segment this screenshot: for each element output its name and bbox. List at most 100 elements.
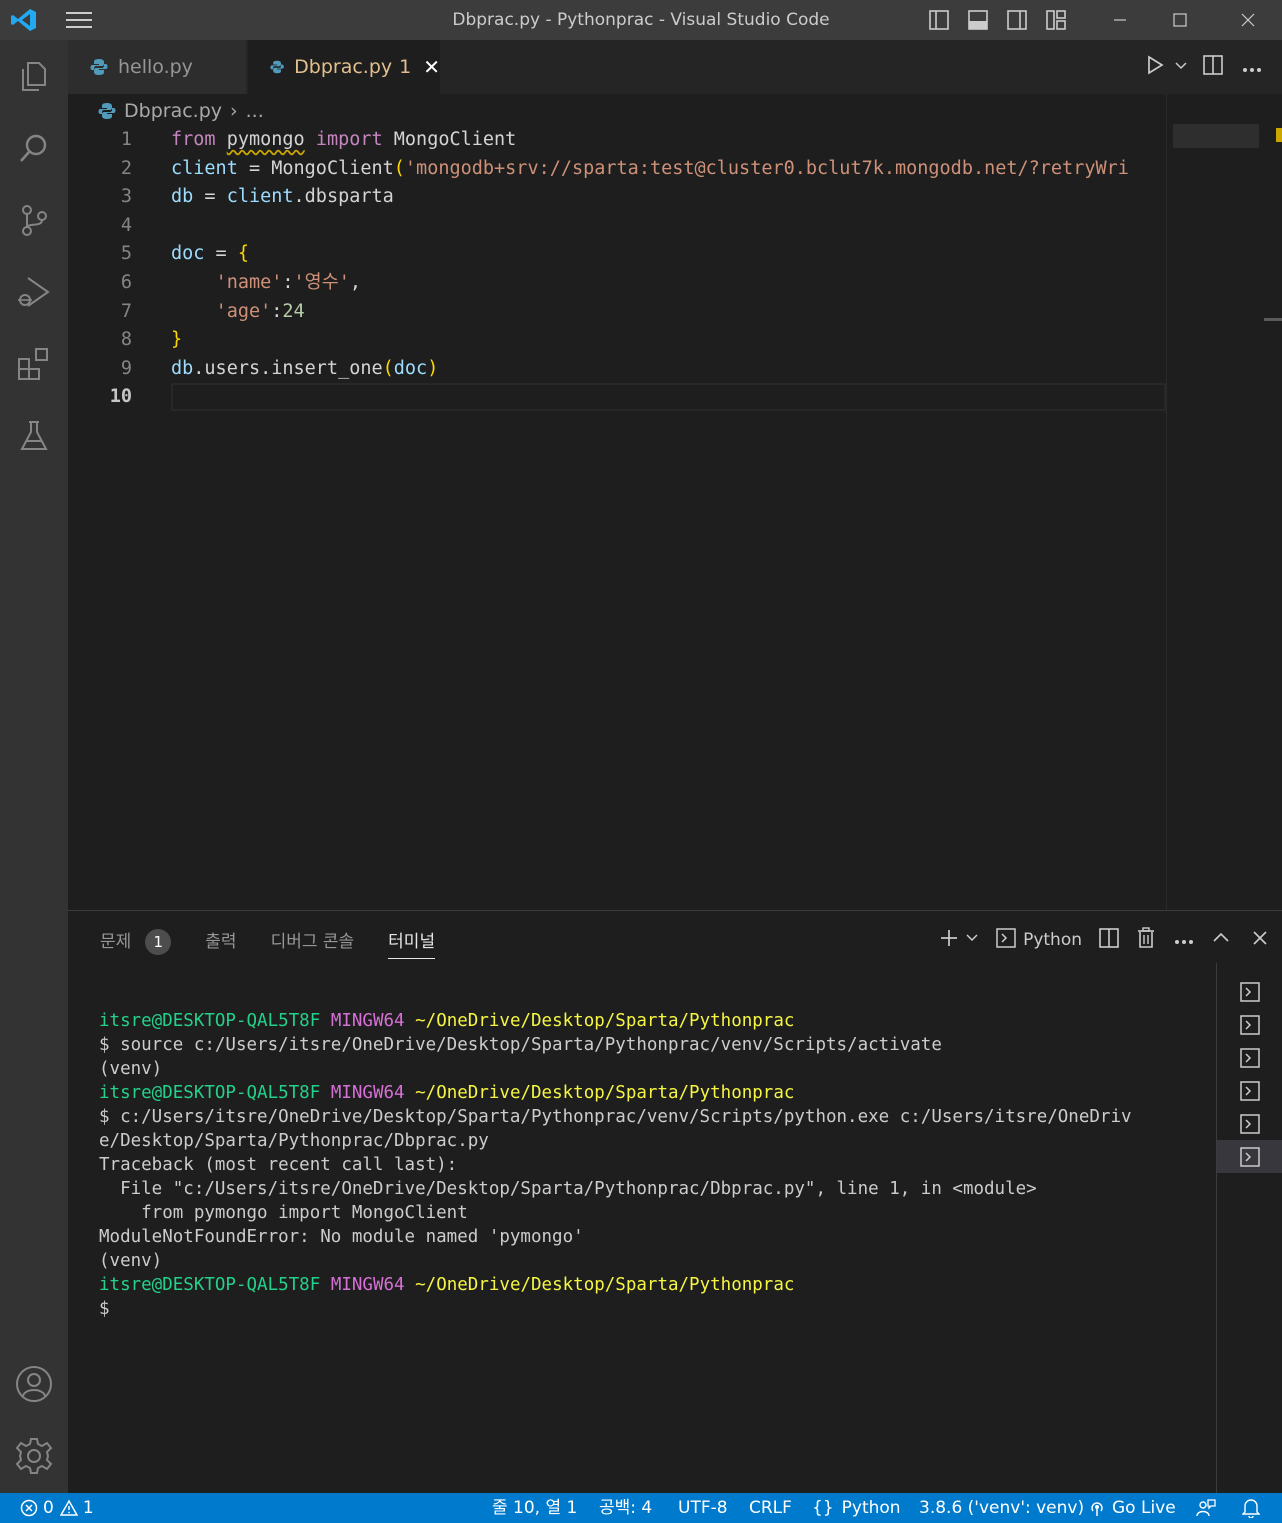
split-editor-icon[interactable]: [1202, 54, 1224, 80]
chevron-down-icon[interactable]: [965, 930, 979, 950]
breadcrumb-file[interactable]: Dbprac.py: [124, 100, 222, 122]
search-icon[interactable]: [14, 128, 54, 168]
run-python-file-icon[interactable]: [1144, 54, 1166, 80]
go-live-button[interactable]: Go Live: [1088, 1493, 1176, 1523]
split-terminal-icon[interactable]: [1098, 927, 1120, 954]
code-line[interactable]: 8}: [68, 326, 1166, 355]
chevron-down-icon[interactable]: [1174, 58, 1188, 77]
end-of-line[interactable]: CRLF: [749, 1493, 792, 1523]
language-label: Python: [841, 1498, 901, 1518]
tab-debug-console[interactable]: 디버그 콘솔: [271, 925, 355, 959]
notifications-bell-icon[interactable]: [1242, 1493, 1260, 1523]
problems-status[interactable]: 0 1: [20, 1493, 94, 1523]
terminal-token: $ c:/Users/itsre/OneDrive/Desktop/Sparta…: [99, 1107, 1132, 1127]
terminal-instance-item[interactable]: [1217, 1041, 1282, 1074]
terminal-token: ~/OneDrive/Desktop/Sparta/Pythonprac: [415, 1011, 795, 1031]
line-number: 1: [120, 129, 132, 150]
more-actions-icon[interactable]: [1174, 930, 1194, 950]
terminal-instance-item[interactable]: [1217, 1074, 1282, 1107]
code-line[interactable]: 4: [68, 212, 1166, 241]
code-line[interactable]: 3 db = client.dbsparta: [68, 183, 1166, 212]
more-actions-icon[interactable]: [1242, 58, 1262, 77]
code-token: import: [315, 129, 383, 150]
minimize-button[interactable]: [1090, 0, 1150, 40]
tab-label: 디버그 콘솔: [270, 932, 355, 952]
terminal-line: (venv): [99, 1057, 1209, 1081]
tab-dbprac-py[interactable]: Dbprac.py 1 ✕: [248, 40, 440, 94]
close-window-button[interactable]: [1218, 0, 1278, 40]
terminal-instance-item[interactable]: [1217, 1140, 1282, 1173]
code-token: {: [237, 243, 249, 265]
code-line[interactable]: 7 'age':24: [68, 298, 1166, 327]
encoding[interactable]: UTF-8: [678, 1493, 728, 1523]
scrollbar-thumb[interactable]: [1264, 318, 1282, 321]
breadcrumb-symbol[interactable]: ...: [246, 100, 264, 122]
title-bar: Dbprac.py - Pythonprac - Visual Studio C…: [0, 0, 1282, 40]
toggle-panel-icon[interactable]: [967, 9, 989, 31]
feedback-icon[interactable]: [1196, 1493, 1216, 1523]
maximize-panel-chevron-up-icon[interactable]: [1212, 929, 1230, 952]
maximize-button[interactable]: [1150, 0, 1210, 40]
terminal-instance-item[interactable]: [1217, 1008, 1282, 1041]
python-interpreter[interactable]: 3.8.6 ('venv': venv): [919, 1493, 1084, 1523]
code-token: 'mongodb+srv://sparta:test@cluster0.bclu…: [404, 157, 1129, 179]
code-line[interactable]: 2 client = MongoClient('mongodb+srv://spa…: [68, 155, 1166, 184]
terminal-instance-item[interactable]: [1217, 1107, 1282, 1140]
terminal-token: ~/OneDrive/Desktop/Sparta/Pythonprac: [415, 1275, 795, 1295]
terminal-token: Traceback (most recent call last):: [99, 1155, 458, 1175]
close-panel-icon[interactable]: [1252, 930, 1268, 951]
terminal-instance-item[interactable]: [1217, 975, 1282, 1008]
code-token: doc: [393, 357, 428, 379]
testing-flask-icon[interactable]: [14, 416, 54, 456]
code-text: db = client.dbsparta: [171, 183, 394, 212]
editor-scrollbar[interactable]: [1264, 94, 1282, 910]
new-terminal-icon[interactable]: [939, 928, 959, 953]
terminal-profile-label[interactable]: Python: [1023, 930, 1082, 950]
language-mode[interactable]: {} Python: [812, 1493, 901, 1523]
tab-label: hello.py: [118, 56, 193, 78]
code-token: 24: [282, 300, 305, 322]
trash-icon[interactable]: [1136, 926, 1156, 954]
code-token: from: [171, 129, 216, 150]
cursor-position[interactable]: 줄 10, 열 1: [492, 1493, 577, 1523]
error-count: 0: [43, 1498, 54, 1518]
terminal-token: MINGW64: [330, 1275, 405, 1295]
toggle-secondary-sidebar-icon[interactable]: [1006, 9, 1028, 31]
terminal-token: (venv): [99, 1059, 163, 1079]
code-token: client: [226, 186, 294, 208]
run-and-debug-icon[interactable]: [14, 272, 54, 312]
accounts-icon[interactable]: [14, 1364, 54, 1404]
code-token: MongoClient: [393, 129, 517, 150]
line-number: 7: [120, 300, 132, 322]
terminal-line: from pymongo import MongoClient: [99, 1201, 1209, 1225]
tab-hello-py[interactable]: hello.py: [68, 40, 246, 94]
indentation[interactable]: 공백: 4: [599, 1493, 652, 1523]
code-token: .users.insert_one: [193, 357, 383, 379]
code-line[interactable]: 5 doc = {: [68, 240, 1166, 269]
python-file-icon: [270, 60, 284, 74]
broadcast-icon: [1091, 1502, 1103, 1516]
code-line[interactable]: 1 from pymongo import MongoClient: [68, 126, 1166, 155]
tab-problems[interactable]: 문제 1: [100, 925, 172, 959]
tab-output[interactable]: 출력: [205, 925, 236, 959]
source-control-icon[interactable]: [14, 200, 54, 240]
tab-terminal[interactable]: 터미널: [388, 925, 436, 959]
terminal-output[interactable]: itsre@DESKTOP-QAL5T8F MINGW64 ~/OneDrive…: [99, 1009, 1209, 1321]
tab-label: 문제: [100, 932, 132, 952]
toggle-primary-sidebar-icon[interactable]: [928, 9, 950, 31]
minimap[interactable]: [1166, 94, 1264, 910]
code-editor[interactable]: 1 from pymongo import MongoClient 2 client …: [68, 126, 1166, 910]
extensions-icon[interactable]: [14, 344, 54, 384]
terminal-line: Traceback (most recent call last):: [99, 1153, 1209, 1177]
close-icon[interactable]: ✕: [423, 55, 440, 79]
code-text: client = MongoClient('mongodb+srv://spar…: [171, 155, 1129, 184]
customize-layout-icon[interactable]: [1045, 9, 1067, 31]
code-line[interactable]: 6 'name':'영수',: [68, 269, 1166, 298]
tab-label: 터미널: [388, 931, 436, 952]
code-line[interactable]: 9 db.users.insert_one(doc): [68, 355, 1166, 384]
code-line[interactable]: 10: [68, 383, 1166, 412]
explorer-icon[interactable]: [14, 56, 54, 96]
manage-gear-icon[interactable]: [14, 1436, 54, 1476]
